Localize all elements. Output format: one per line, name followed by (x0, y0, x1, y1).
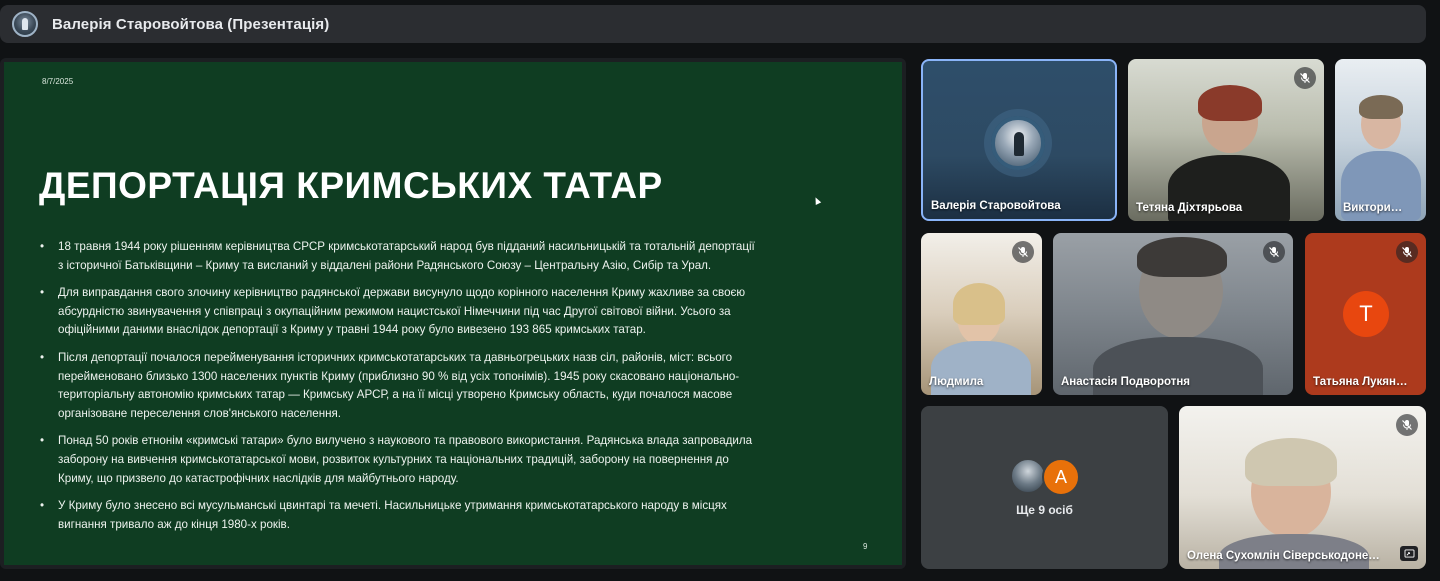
participant-name: Олена Сухомлін Сіверськодоне… (1187, 550, 1380, 562)
mic-off-icon (1294, 67, 1316, 89)
participant-name: Виктори… (1343, 202, 1403, 214)
participant-name: Людмила (929, 376, 984, 388)
mic-off-icon (1396, 414, 1418, 436)
participant-avatar (991, 116, 1045, 170)
slide-bullet: Понад 50 років етнонім «кримські татари»… (40, 432, 760, 488)
participant-name: Анастасія Подворотня (1061, 376, 1190, 388)
slide-page-number: 9 (863, 542, 868, 551)
mic-off-icon (1012, 241, 1034, 263)
meet-window: Валерія Старовойтова (Презентація) 8/7/2… (0, 0, 1440, 581)
mouse-cursor-icon (812, 196, 822, 205)
participant-tile-tetiana[interactable]: Тетяна Діхтярьова (1128, 59, 1324, 221)
slide-bullet: 18 травня 1944 року рішенням керівництва… (40, 238, 760, 275)
participant-tile-viktoria[interactable]: Виктори… (1335, 59, 1426, 221)
presenter-bar[interactable]: Валерія Старовойтова (Презентація) (0, 5, 1426, 43)
participant-initial-avatar: A (1042, 458, 1080, 496)
participant-avatar (1010, 458, 1046, 494)
presenter-avatar (12, 11, 38, 37)
participant-initial-avatar: T (1343, 291, 1389, 337)
slide-bullet: Після депортації почалося перейменування… (40, 349, 760, 423)
slide-bullet: Для виправдання свого злочину керівництв… (40, 284, 760, 340)
more-participants-label: Ще 9 осіб (1016, 503, 1073, 517)
participant-tile-valeria[interactable]: Валерія Старовойтова (921, 59, 1117, 221)
mic-off-icon (1396, 241, 1418, 263)
participant-tile-olena[interactable]: Олена Сухомлін Сіверськодоне… (1179, 406, 1426, 569)
slide: 8/7/2025 ДЕПОРТАЦІЯ КРИМСЬКИХ ТАТАР 18 т… (4, 62, 902, 565)
participant-tile-ludmyla[interactable]: Людмила (921, 233, 1042, 395)
more-participants-tile[interactable]: A Ще 9 осіб (921, 406, 1168, 569)
participant-tile-anastasia[interactable]: Анастасія Подворотня (1053, 233, 1293, 395)
pin-icon[interactable] (1400, 546, 1418, 561)
slide-date: 8/7/2025 (42, 77, 74, 86)
participant-name: Валерія Старовойтова (931, 200, 1061, 212)
mic-off-icon (1263, 241, 1285, 263)
slide-heading: ДЕПОРТАЦІЯ КРИМСЬКИХ ТАТАР (39, 165, 663, 206)
participant-tile-tatiana[interactable]: T Татьяна Лукян… (1305, 233, 1426, 395)
participant-name: Татьяна Лукян… (1313, 376, 1408, 388)
slide-bullet: У Криму було знесено всі мусульманські ц… (40, 497, 760, 534)
presentation-area[interactable]: 8/7/2025 ДЕПОРТАЦІЯ КРИМСЬКИХ ТАТАР 18 т… (0, 58, 906, 569)
slide-bullets: 18 травня 1944 року рішенням керівництва… (40, 238, 760, 543)
participant-name: Тетяна Діхтярьова (1136, 202, 1243, 214)
presenter-title: Валерія Старовойтова (Презентація) (52, 15, 330, 33)
